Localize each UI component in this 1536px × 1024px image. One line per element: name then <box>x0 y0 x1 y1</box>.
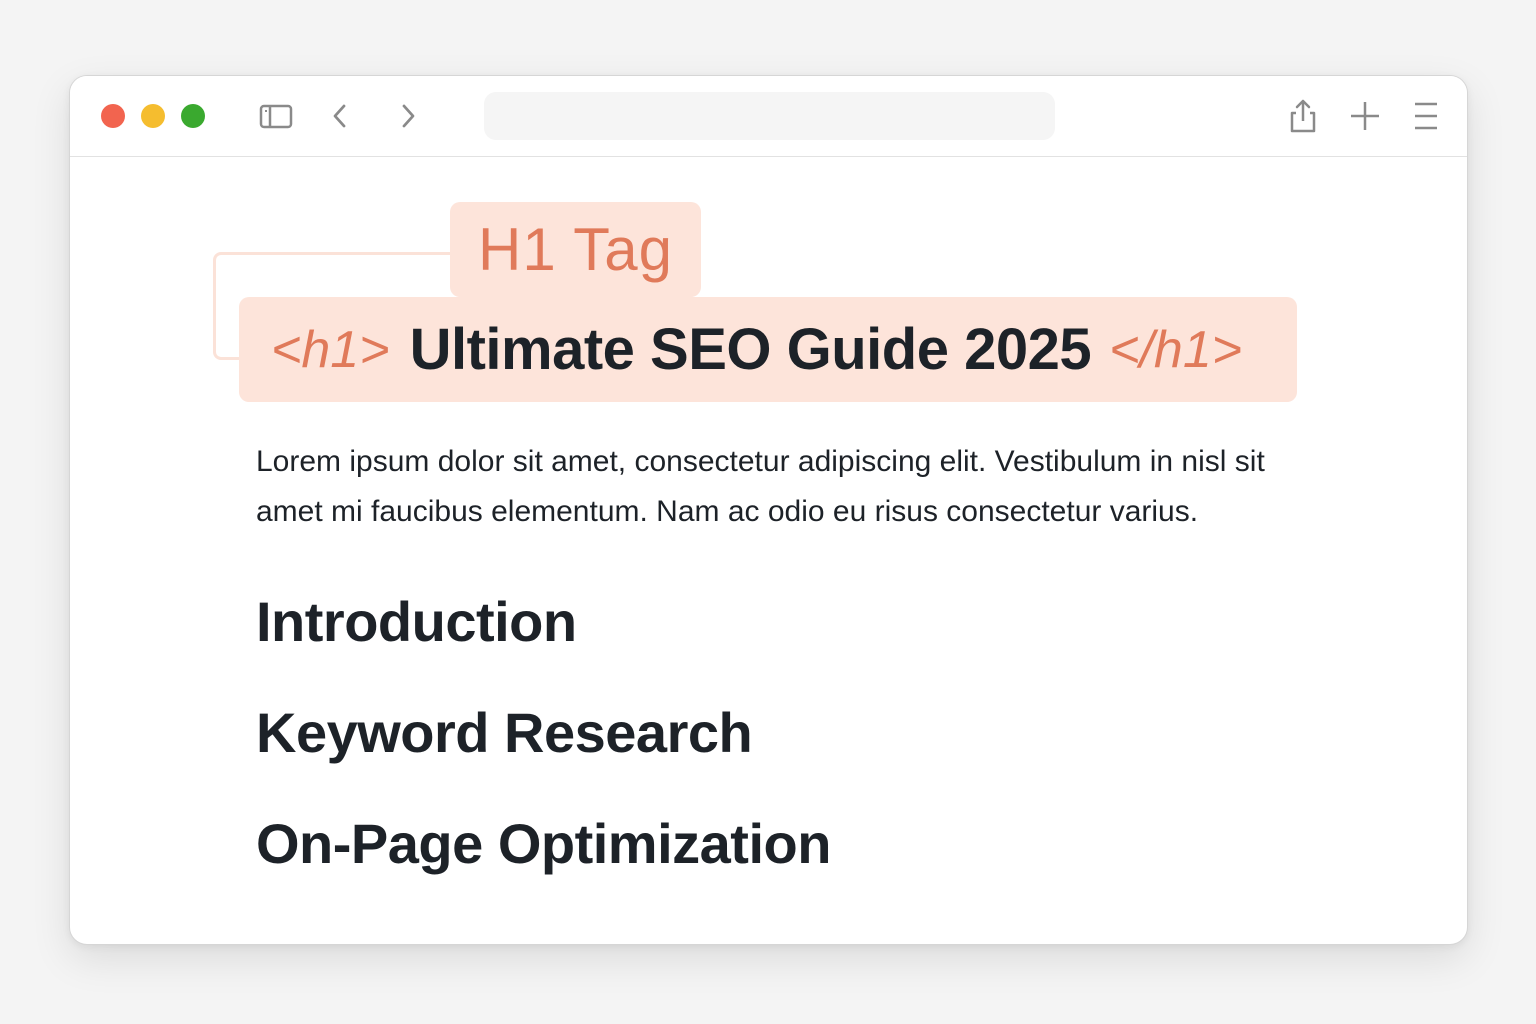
address-bar[interactable] <box>484 92 1055 140</box>
close-window-button[interactable] <box>101 104 125 128</box>
heading-on-page-optimization: On-Page Optimization <box>256 812 831 875</box>
minimize-window-button[interactable] <box>141 104 165 128</box>
heading-introduction: Introduction <box>256 590 577 653</box>
chevron-left-icon[interactable] <box>320 96 360 136</box>
maximize-window-button[interactable] <box>181 104 205 128</box>
page-title: Ultimate SEO Guide 2025 <box>409 317 1092 382</box>
browser-toolbar <box>70 76 1467 157</box>
plus-icon[interactable] <box>1345 96 1385 136</box>
chevron-right-icon[interactable] <box>388 96 428 136</box>
menu-icon[interactable] <box>1406 96 1446 136</box>
h1-close-tag: </h1> <box>1109 320 1243 379</box>
h1-open-tag: <h1> <box>271 320 390 379</box>
heading-keyword-research: Keyword Research <box>256 701 753 764</box>
intro-paragraph: Lorem ipsum dolor sit amet, consectetur … <box>256 445 1265 528</box>
h1-tag-label: H1 Tag <box>450 202 701 297</box>
h1-highlight: <h1> Ultimate SEO Guide 2025 </h1> <box>239 297 1297 402</box>
browser-window: H1 Tag <h1> Ultimate SEO Guide 2025 </h1… <box>69 75 1468 945</box>
sidebar-icon[interactable] <box>256 96 296 136</box>
share-icon[interactable] <box>1283 96 1323 136</box>
page-content: H1 Tag <h1> Ultimate SEO Guide 2025 </h1… <box>70 157 1467 944</box>
